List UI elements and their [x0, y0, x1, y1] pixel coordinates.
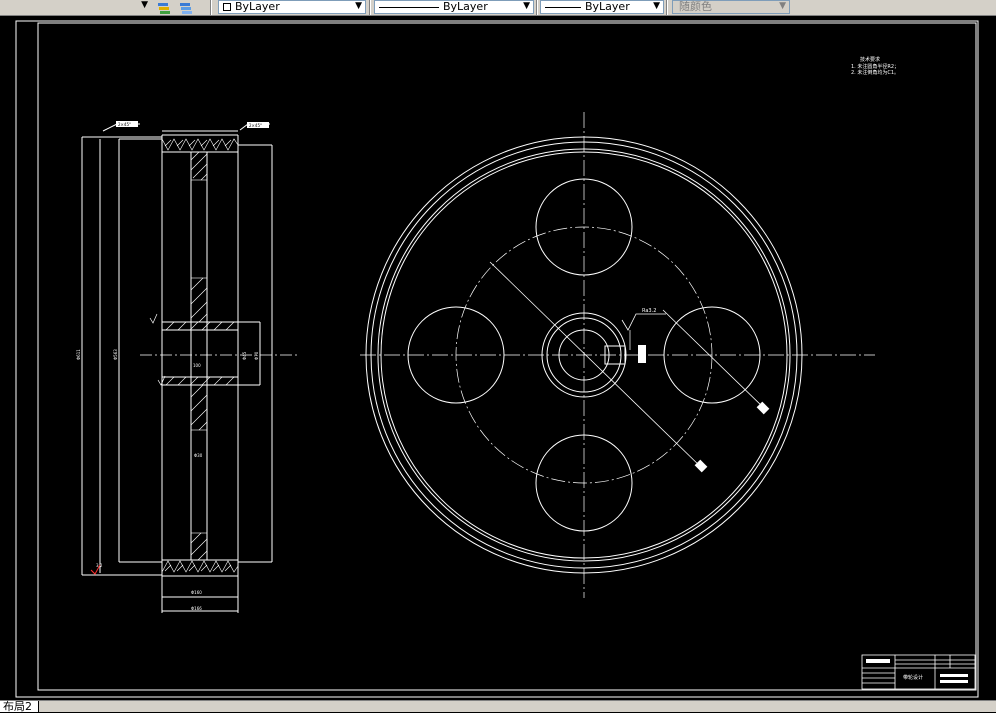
- title-block-name: 带轮设计: [903, 674, 923, 681]
- title-block-logo: [866, 659, 890, 663]
- dim-tag: [756, 401, 770, 415]
- key-dim-tag: [638, 345, 646, 363]
- dim-outer-dia: Φ611: [76, 349, 81, 360]
- chevron-down-icon[interactable]: ▼: [523, 0, 530, 12]
- linetype-dropdown-value: ByLayer: [443, 0, 488, 13]
- plotstyle-dropdown-value: 随颜色: [679, 0, 712, 13]
- roughness-symbol-icon: [621, 313, 666, 331]
- side-section-view: [81, 123, 273, 613]
- sheet-outer-border: [15, 20, 979, 698]
- tab-layout2-label: 布局2: [3, 700, 32, 713]
- chevron-down-icon[interactable]: ▼: [355, 0, 362, 12]
- dim-top-left: 2×45°: [118, 122, 131, 127]
- dim-tag: [694, 459, 708, 473]
- toolbar-separator: [210, 0, 212, 15]
- radius-leader: [489, 261, 705, 471]
- chevron-down-icon[interactable]: ▼: [653, 0, 660, 12]
- tab-layout2[interactable]: 布局2: [0, 701, 39, 712]
- lineweight-sample-icon: [545, 7, 581, 8]
- color-dropdown-value: ByLayer: [235, 0, 280, 13]
- dim-width-1: Φ160: [191, 590, 202, 595]
- note-2: 2. 未注倒角均为C1。: [851, 69, 899, 76]
- chevron-down-icon[interactable]: ▼: [779, 0, 786, 12]
- dim-hub: Φ70: [254, 351, 259, 360]
- layer-previous-icon[interactable]: [178, 0, 194, 14]
- title-block-field: [940, 680, 968, 683]
- toolbar-separator: [536, 0, 538, 15]
- roughness-symbol-icon: [149, 313, 158, 324]
- notes-title: 技术要求: [860, 56, 880, 63]
- drawing-canvas[interactable]: 技术要求 1. 未注圆角半径R2； 2. 未注倒角均为C1。 2×45° 2×4…: [0, 16, 996, 700]
- lineweight-dropdown[interactable]: ByLayer ▼: [540, 0, 664, 14]
- dim-bore: Φ45: [242, 351, 247, 360]
- dim-web: Φ30: [194, 453, 203, 458]
- lineweight-dropdown-value: ByLayer: [585, 0, 630, 13]
- layer-dropdown[interactable]: ▼: [0, 0, 150, 14]
- layout-tab-bar: 布局2: [0, 700, 996, 712]
- dim-top-right: 2×45°: [249, 123, 262, 128]
- section-hatching: [161, 138, 239, 573]
- toolbar-separator: [666, 0, 668, 15]
- plotstyle-dropdown[interactable]: 随颜色 ▼: [672, 0, 790, 14]
- sheet-inner-border: [37, 22, 977, 691]
- color-swatch-icon: [223, 3, 231, 11]
- layers-icon[interactable]: [156, 0, 172, 14]
- title-block-field: [940, 674, 968, 677]
- chevron-down-icon[interactable]: ▼: [141, 0, 148, 11]
- linetype-sample-icon: [379, 7, 439, 8]
- properties-toolbar: ▼ ByLayer ▼ ByLayer ▼ ByLayer ▼ 随颜色 ▼: [0, 0, 996, 16]
- dim-hub-length: 100: [193, 363, 201, 368]
- dim-width-2: Φ166: [191, 606, 202, 611]
- drawing-svg: 技术要求 1. 未注圆角半径R2； 2. 未注倒角均为C1。 2×45° 2×4…: [15, 20, 979, 698]
- radius-leader: [662, 309, 767, 411]
- color-dropdown[interactable]: ByLayer ▼: [218, 0, 366, 14]
- toolbar-separator: [369, 0, 371, 15]
- note-1: 1. 未注圆角半径R2；: [851, 63, 899, 70]
- dim-inner-dia: Φ563: [113, 349, 118, 360]
- front-roughness: Ra3.2: [642, 308, 656, 314]
- linetype-dropdown[interactable]: ByLayer ▼: [374, 0, 534, 14]
